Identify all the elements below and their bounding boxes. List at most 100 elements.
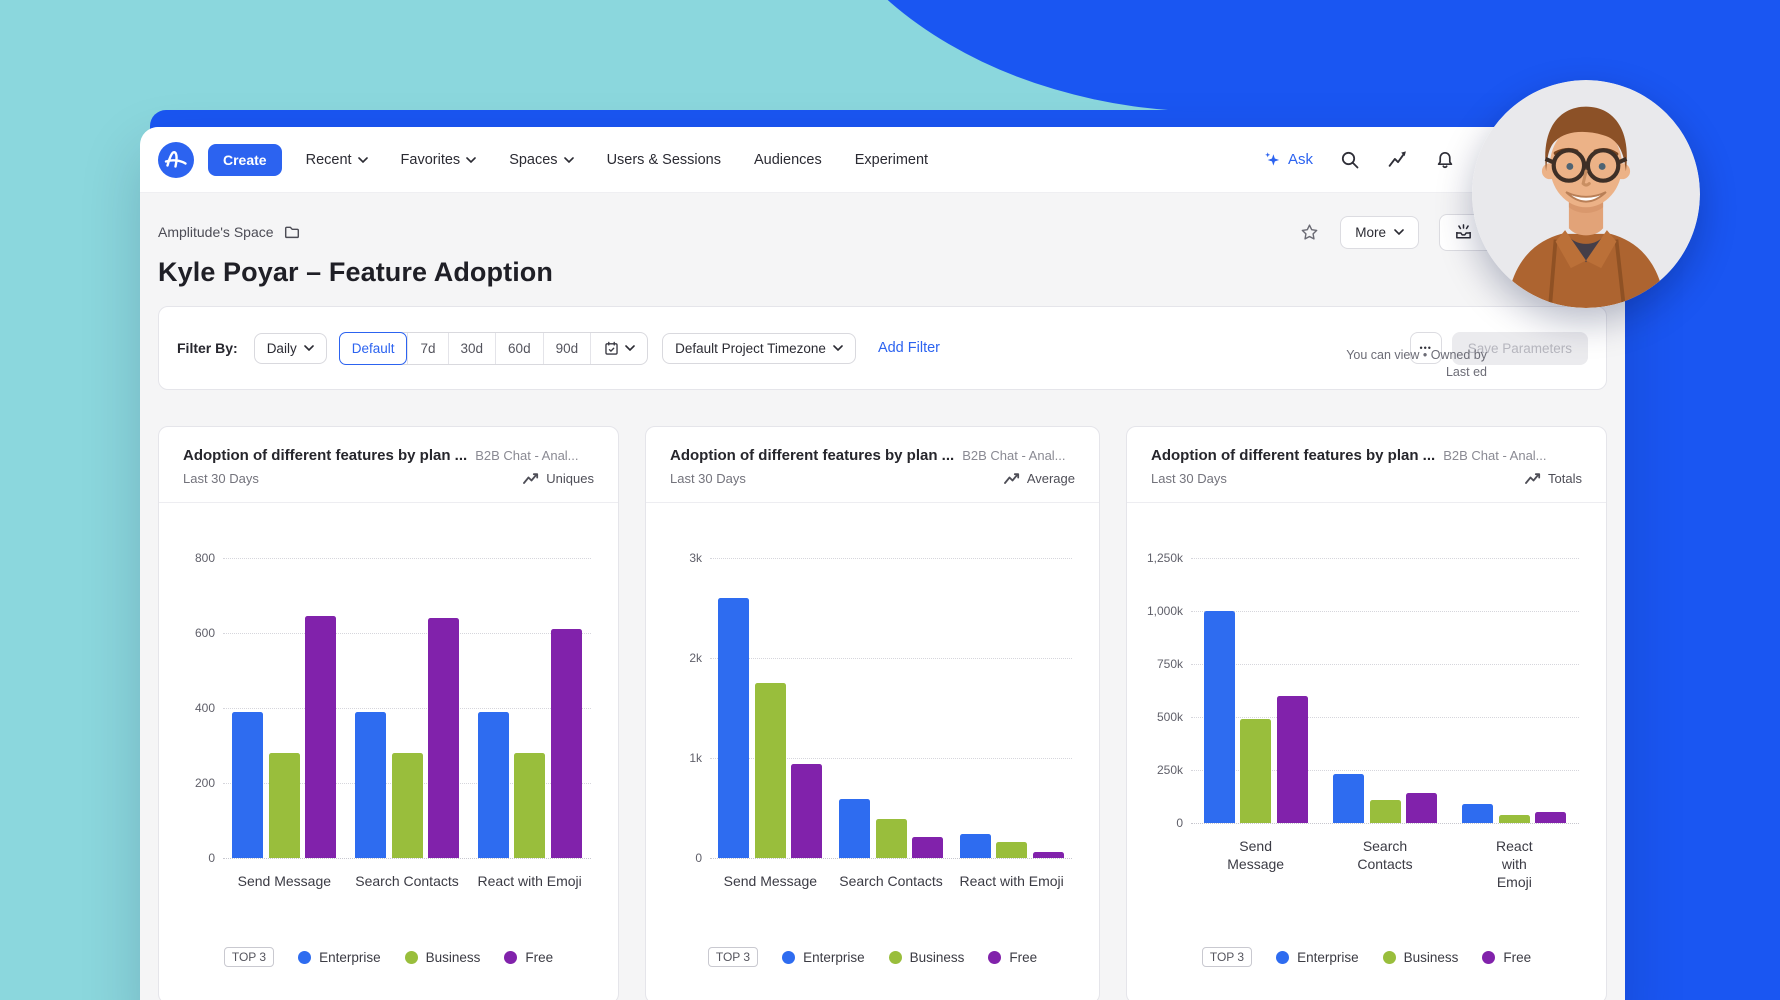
range-option-90d[interactable]: 90d	[543, 333, 591, 364]
nav-item-favorites[interactable]: Favorites	[401, 152, 477, 168]
y-axis-tick-label: 0	[646, 851, 702, 865]
favorite-star-icon[interactable]	[1299, 222, 1320, 243]
bar-free-search-contacts[interactable]	[912, 837, 943, 858]
add-filter-link[interactable]: Add Filter	[878, 340, 940, 356]
bar-free-search-contacts[interactable]	[428, 618, 459, 858]
chart-title: Adoption of different features by plan .…	[670, 447, 954, 464]
bar-free-send-message[interactable]	[305, 616, 336, 858]
bar-enterprise-search-contacts[interactable]	[1333, 774, 1364, 823]
search-icon[interactable]	[1340, 150, 1360, 170]
legend-label: Free	[1503, 950, 1531, 965]
legend-item-enterprise[interactable]: Enterprise	[298, 950, 381, 965]
bar-enterprise-react-with-emoji[interactable]	[478, 712, 509, 858]
legend-item-enterprise[interactable]: Enterprise	[782, 950, 865, 965]
category-label-line: Send Message	[1211, 837, 1301, 873]
chart-card-totals[interactable]: Adoption of different features by plan .…	[1126, 426, 1607, 1000]
legend-color-dot	[405, 951, 418, 964]
bar-business-send-message[interactable]	[755, 683, 786, 858]
legend-item-business[interactable]: Business	[1383, 950, 1459, 965]
legend-item-free[interactable]: Free	[1482, 950, 1531, 965]
line-chart-icon	[1525, 473, 1541, 485]
x-axis-category-label: Send Message	[1211, 837, 1301, 873]
nav-item-users-sessions[interactable]: Users & Sessions	[607, 152, 721, 168]
dashboard-charts: Adoption of different features by plan .…	[158, 426, 1607, 1000]
chart-card-uniques[interactable]: Adoption of different features by plan .…	[158, 426, 619, 1000]
bar-free-search-contacts[interactable]	[1406, 793, 1437, 823]
bar-enterprise-react-with-emoji[interactable]	[960, 834, 991, 858]
range-option-30d[interactable]: 30d	[448, 333, 496, 364]
category-label-line: Contacts	[1340, 855, 1430, 873]
chart-metric-label: Average	[1004, 471, 1075, 486]
bar-enterprise-search-contacts[interactable]	[839, 799, 870, 858]
bar-business-react-with-emoji[interactable]	[514, 753, 545, 858]
legend-label: Business	[1404, 950, 1459, 965]
chart-plot-area: 0250k500k750k1,000k1,250kSend MessageSea…	[1127, 502, 1606, 1000]
y-axis-tick-label: 400	[159, 701, 215, 715]
bar-business-send-message[interactable]	[1240, 719, 1271, 823]
timezone-dropdown[interactable]: Default Project Timezone	[662, 333, 856, 364]
chart-card-average[interactable]: Adoption of different features by plan .…	[645, 426, 1100, 1000]
top3-badge: TOP 3	[224, 947, 274, 967]
nav-item-spaces[interactable]: Spaces	[509, 152, 573, 168]
range-option-60d[interactable]: 60d	[495, 333, 543, 364]
more-button[interactable]: More	[1340, 216, 1419, 249]
y-axis-tick-label: 0	[1127, 816, 1183, 830]
legend-item-free[interactable]: Free	[504, 950, 553, 965]
metric-name: Uniques	[546, 471, 594, 486]
bar-free-react-with-emoji[interactable]	[1535, 812, 1566, 823]
bar-enterprise-send-message[interactable]	[1204, 611, 1235, 823]
create-button[interactable]: Create	[208, 144, 282, 176]
breadcrumb[interactable]: Amplitude's Space	[158, 223, 301, 241]
gridline	[1191, 823, 1579, 824]
chart-period-label: Last 30 Days	[670, 471, 746, 486]
bar-enterprise-send-message[interactable]	[232, 712, 263, 858]
range-option-default[interactable]: Default	[339, 332, 408, 365]
bar-free-react-with-emoji[interactable]	[551, 629, 582, 858]
bar-business-react-with-emoji[interactable]	[996, 842, 1027, 858]
bar-free-react-with-emoji[interactable]	[1033, 852, 1064, 858]
user-avatar[interactable]	[1472, 80, 1700, 308]
chevron-down-icon	[466, 157, 476, 163]
nav-item-recent[interactable]: Recent	[306, 152, 368, 168]
interval-dropdown[interactable]: Daily	[254, 333, 327, 364]
y-axis-tick-label: 1,250k	[1127, 551, 1183, 565]
chart-title-row: Adoption of different features by plan .…	[670, 447, 1075, 464]
calendar-icon	[603, 340, 620, 357]
chart-card-header: Adoption of different features by plan .…	[159, 427, 618, 486]
bar-business-send-message[interactable]	[269, 753, 300, 858]
legend-item-business[interactable]: Business	[405, 950, 481, 965]
notifications-bell-icon[interactable]	[1435, 150, 1455, 170]
amplitude-logo-icon[interactable]	[158, 142, 194, 178]
bar-enterprise-react-with-emoji[interactable]	[1462, 804, 1493, 823]
legend-item-free[interactable]: Free	[988, 950, 1037, 965]
legend-item-enterprise[interactable]: Enterprise	[1276, 950, 1359, 965]
bar-business-search-contacts[interactable]	[1370, 800, 1401, 823]
bar-business-react-with-emoji[interactable]	[1499, 815, 1530, 823]
bar-enterprise-search-contacts[interactable]	[355, 712, 386, 858]
more-label: More	[1355, 225, 1386, 240]
app-window: Create Recent Favorites Spaces Users & S…	[140, 127, 1625, 1000]
legend-label: Business	[426, 950, 481, 965]
category-label-line: Search	[1340, 837, 1430, 855]
bar-enterprise-send-message[interactable]	[718, 598, 749, 858]
bar-free-send-message[interactable]	[1277, 696, 1308, 823]
gridline	[1191, 664, 1579, 665]
legend-item-business[interactable]: Business	[889, 950, 965, 965]
y-axis-tick-label: 1,000k	[1127, 604, 1183, 618]
chart-source-label: B2B Chat - Anal...	[962, 448, 1065, 463]
folder-icon	[283, 223, 301, 241]
range-option-7d[interactable]: 7d	[407, 333, 447, 364]
chart-legend: TOP 3EnterpriseBusinessFree	[1127, 947, 1606, 967]
y-axis-tick-label: 500k	[1127, 710, 1183, 724]
gridline	[1191, 611, 1579, 612]
ask-button[interactable]: Ask	[1262, 150, 1313, 169]
bar-free-send-message[interactable]	[791, 764, 822, 858]
nav-item-audiences[interactable]: Audiences	[754, 152, 822, 168]
subscribe-inbox-icon	[1454, 223, 1473, 242]
analytics-chart-icon[interactable]	[1387, 149, 1408, 170]
bar-business-search-contacts[interactable]	[392, 753, 423, 858]
nav-item-experiment[interactable]: Experiment	[855, 152, 928, 168]
bar-business-search-contacts[interactable]	[876, 819, 907, 858]
nav-item-label: Users & Sessions	[607, 152, 721, 168]
custom-date-picker[interactable]	[590, 333, 647, 364]
